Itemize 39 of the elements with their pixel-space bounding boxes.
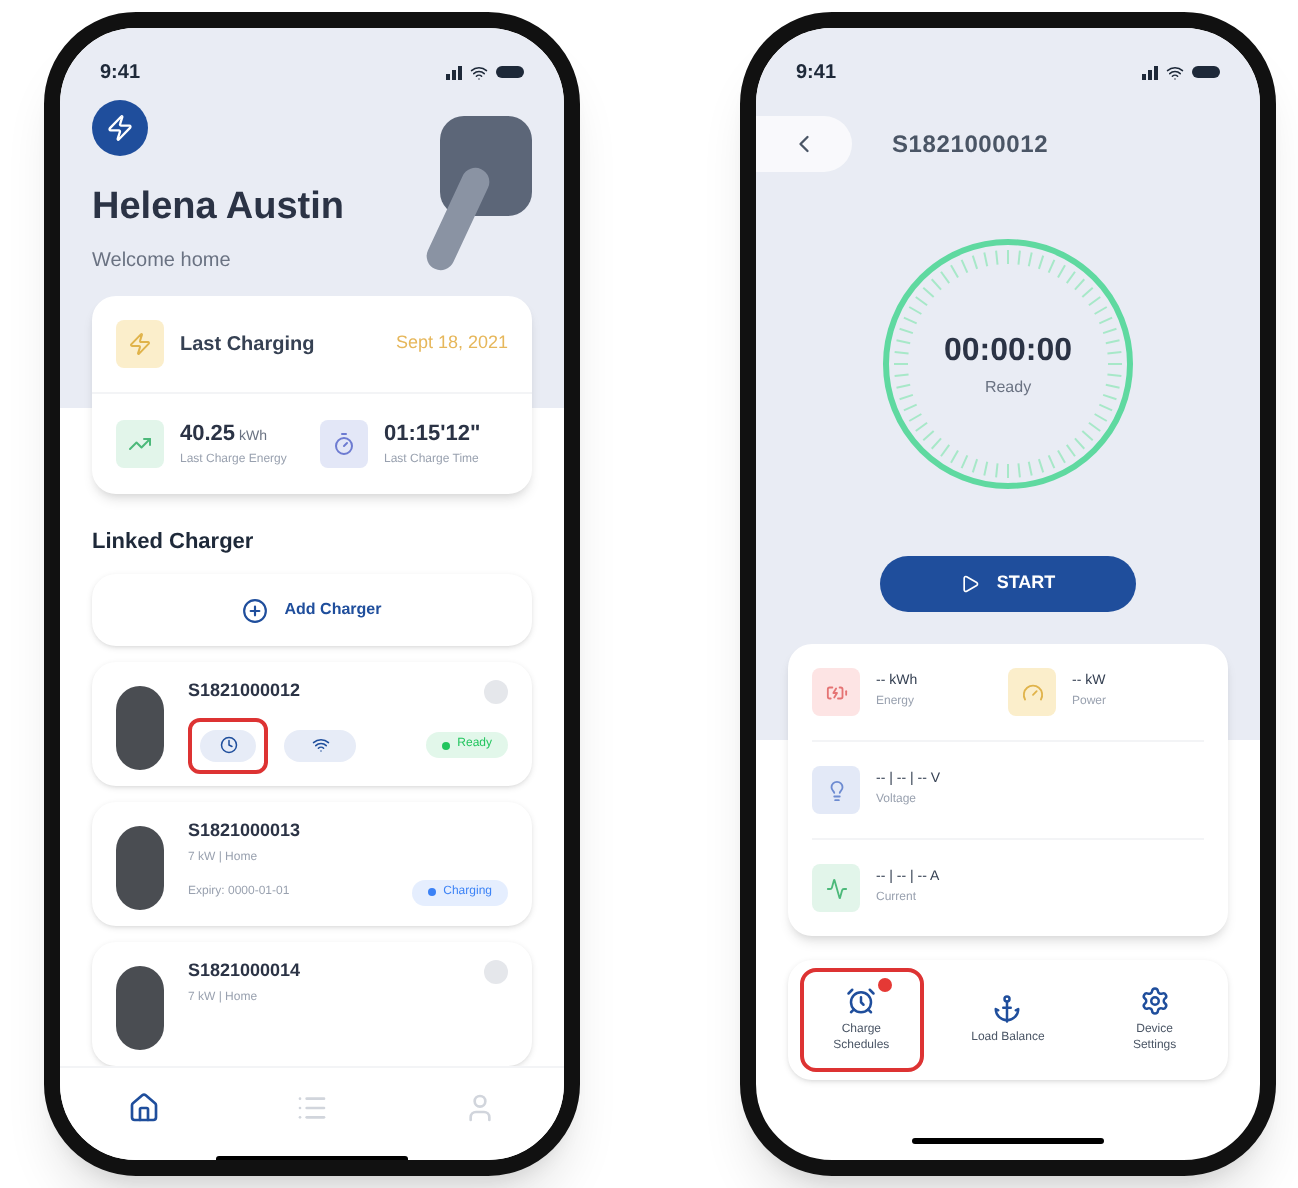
settings-icon (1139, 986, 1170, 1016)
stat-value: 01:15'12" (384, 420, 481, 450)
screen-title: S1821000012 (892, 128, 1049, 162)
home-tab[interactable] (128, 1092, 160, 1124)
gauge-icon (1008, 668, 1056, 716)
last-charging-label: Last Charging (180, 331, 317, 359)
charger-serial: S1821000012 (188, 678, 301, 704)
play-icon (960, 574, 981, 594)
status-icons (446, 63, 524, 81)
start-button[interactable]: START (880, 556, 1136, 612)
anchor-icon (992, 993, 1023, 1024)
timer-text: 00:00:00 (943, 332, 1073, 372)
status-time: 9:41 (796, 59, 837, 87)
status-icons (1142, 63, 1220, 81)
lightbulb-icon (812, 766, 860, 814)
wifi-icon (311, 736, 329, 754)
alarm-clock-icon (846, 986, 877, 1016)
greeting: Welcome home (92, 247, 233, 275)
charger-device-drawing (116, 826, 164, 910)
add-icon (242, 597, 269, 623)
last-charging-date: Sept 18, 2021 (395, 330, 508, 357)
charger-serial: S1821000014 (188, 958, 301, 984)
charger-serial: S1821000013 (188, 818, 301, 844)
trend-icon (116, 419, 164, 468)
lightning-icon (116, 320, 164, 368)
stopwatch-icon (320, 419, 368, 468)
app-logo (92, 100, 148, 156)
user-name: Helena Austin (92, 184, 346, 232)
battery-icon (812, 668, 860, 716)
charger-device-drawing (116, 686, 164, 770)
add-charger-button[interactable]: Add Charger (92, 574, 532, 646)
clock-icon (219, 736, 237, 754)
timer-state: Ready (984, 376, 1032, 400)
wifi-button[interactable] (284, 729, 356, 761)
charger-device-drawing (116, 966, 164, 1050)
schedule-button[interactable] (200, 729, 256, 761)
status-time: 9:41 (100, 59, 141, 87)
pulse-icon (812, 864, 860, 912)
section-title: Linked Charger (92, 527, 256, 557)
